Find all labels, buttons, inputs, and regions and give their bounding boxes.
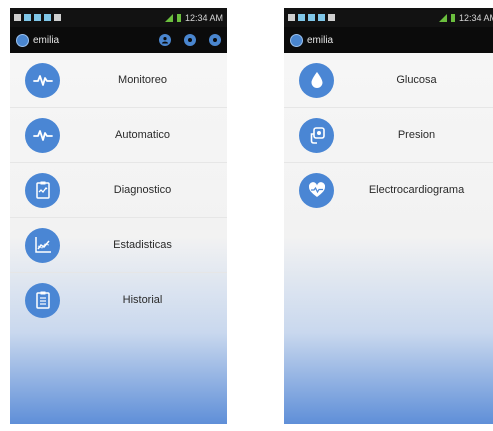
app-bar: emilia — [284, 27, 493, 53]
main-menu: Monitoreo Automatico Diagnostico Estadis… — [10, 53, 227, 327]
phone-screen-main-menu: 12:34 AM emilia Monitoreo Automatico Dia… — [10, 8, 227, 424]
notification-icon — [328, 14, 335, 21]
usb-icon — [288, 14, 295, 21]
app-bar: emilia — [10, 27, 227, 53]
status-time: 12:34 AM — [184, 12, 223, 23]
menu-item-estadisticas[interactable]: Estadisticas — [10, 218, 227, 273]
settings-icon[interactable] — [184, 34, 196, 46]
drop-icon — [299, 62, 334, 98]
notification-icon — [34, 14, 41, 21]
menu-item-automatico[interactable]: Automatico — [10, 108, 227, 163]
avatar[interactable] — [16, 33, 29, 47]
username: emilia — [307, 34, 334, 46]
battery-icon — [450, 13, 455, 22]
trend-chart-icon — [25, 227, 60, 263]
notification-icon — [44, 14, 51, 21]
pulse-icon — [25, 117, 60, 153]
signal-icon — [438, 13, 447, 22]
profile-icon[interactable] — [159, 34, 171, 46]
notification-icon — [24, 14, 31, 21]
menu-item-electrocardiograma[interactable]: Electrocardiograma — [284, 163, 493, 217]
usb-icon — [14, 14, 21, 21]
status-time: 12:34 AM — [458, 12, 493, 23]
avatar[interactable] — [290, 33, 303, 47]
notification-icon — [54, 14, 61, 21]
status-bar: 12:34 AM — [10, 8, 227, 27]
menu-item-presion[interactable]: Presion — [284, 108, 493, 163]
blood-pressure-icon — [299, 117, 334, 153]
notification-icon — [318, 14, 325, 21]
signal-icon — [164, 13, 173, 22]
menu-item-diagnostico[interactable]: Diagnostico — [10, 163, 227, 218]
status-bar: 12:34 AM — [284, 8, 493, 27]
notification-icon — [298, 14, 305, 21]
clipboard-chart-icon — [25, 172, 60, 208]
notification-icon — [308, 14, 315, 21]
menu-item-historial[interactable]: Historial — [10, 273, 227, 327]
heart-pulse-icon — [299, 172, 334, 208]
phone-screen-monitor-menu: 12:34 AM emilia Glucosa Presion Electroc… — [284, 8, 493, 424]
username: emilia — [33, 34, 60, 46]
battery-icon — [176, 13, 181, 22]
menu-item-glucosa[interactable]: Glucosa — [284, 53, 493, 108]
menu-item-monitoreo[interactable]: Monitoreo — [10, 53, 227, 108]
options-icon[interactable] — [209, 34, 221, 46]
notification-icons — [14, 14, 61, 21]
notification-icons — [288, 14, 335, 21]
clipboard-icon — [25, 282, 60, 318]
pulse-icon — [25, 62, 60, 98]
monitor-menu: Glucosa Presion Electrocardiograma — [284, 53, 493, 217]
